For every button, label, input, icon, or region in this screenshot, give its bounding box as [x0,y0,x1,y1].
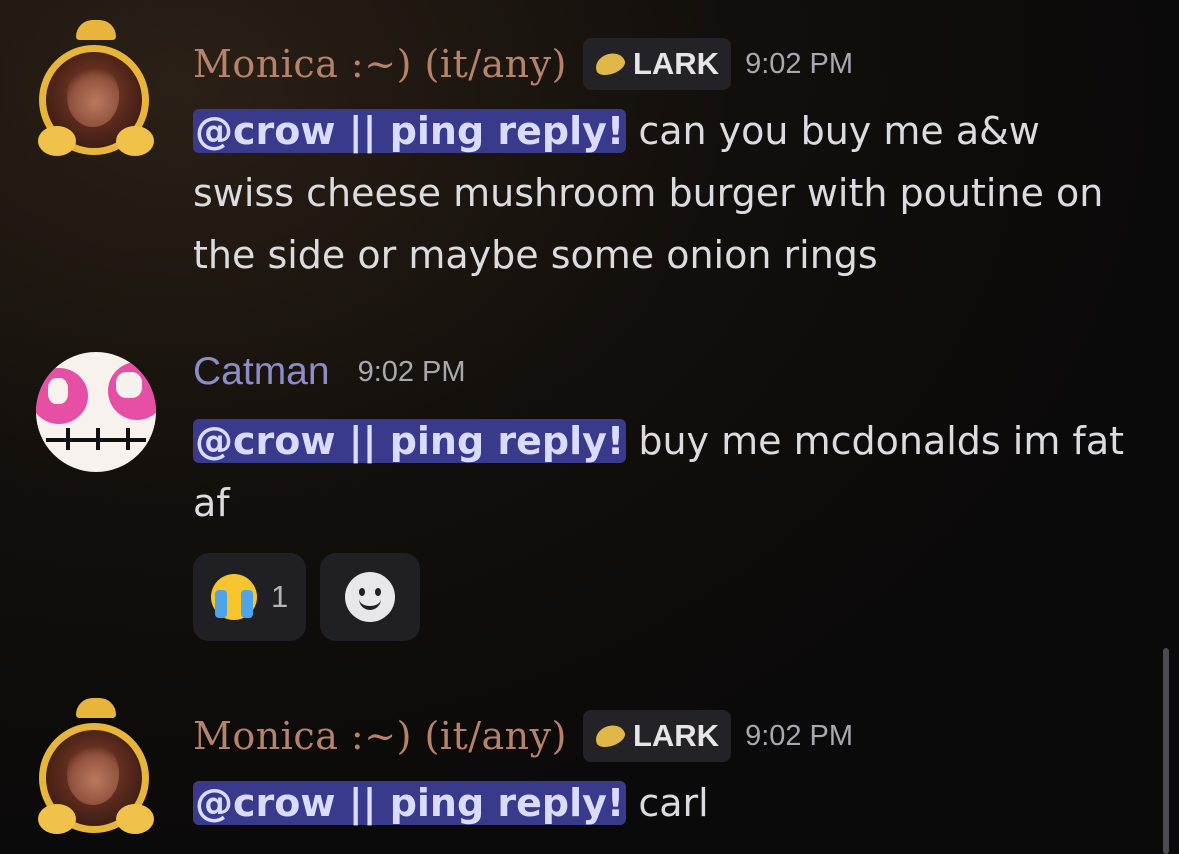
avatar-frame-hand-right [116,804,154,834]
timestamp: 9:02 PM [745,47,854,80]
loudly-crying-face-icon [211,574,257,620]
reactions-bar: 1 [193,553,421,641]
avatar-pupil-right [116,372,142,398]
avatar-stitch [96,428,100,450]
add-reaction-button[interactable] [320,553,421,641]
reaction-crying[interactable]: 1 [193,553,307,641]
timestamp: 9:02 PM [357,355,466,388]
avatar-frame-crown [76,20,116,40]
timestamp: 9:02 PM [745,719,854,752]
message-header: Monica :~) (it/any) LARK 9:02 PM [193,710,853,762]
avatar-stitch [126,428,130,450]
scrollbar[interactable] [1163,648,1169,854]
avatar-pupil-left [48,378,68,404]
leaf-icon [592,49,628,79]
author-name[interactable]: Monica :~) (it/any) [193,714,567,758]
avatar-catman[interactable] [36,352,156,472]
guild-tag[interactable]: LARK [582,710,732,762]
user-mention[interactable]: @crow || ping reply! [193,419,627,463]
avatar-frame-hand-right [116,126,154,156]
guild-tag-label: LARK [632,718,720,753]
user-mention[interactable]: @crow || ping reply! [193,109,627,153]
smiley-icon [345,572,396,622]
message-header: Catman 9:02 PM [193,350,466,394]
avatar-frame-hand-left [38,126,76,156]
message-content: @crow || ping reply! carl [193,772,1143,834]
avatar-image [36,352,156,472]
avatar-stitch [66,428,70,450]
guild-tag-label: LARK [632,46,720,81]
avatar-monica[interactable] [36,20,156,160]
avatar-frame-hand-left [38,804,76,834]
leaf-icon [592,721,628,751]
message-content: @crow || ping reply! buy me mcdonalds im… [193,410,1143,534]
reaction-count: 1 [271,579,289,614]
avatar-frame-crown [76,698,116,718]
user-mention[interactable]: @crow || ping reply! [193,781,627,825]
message-text: carl [626,781,709,825]
author-name[interactable]: Catman [193,350,330,394]
message-header: Monica :~) (it/any) LARK 9:02 PM [193,38,853,90]
avatar-monica[interactable] [36,698,156,838]
message-content: @crow || ping reply! can you buy me a&w … [193,100,1143,286]
guild-tag[interactable]: LARK [582,38,732,90]
author-name[interactable]: Monica :~) (it/any) [193,42,567,86]
